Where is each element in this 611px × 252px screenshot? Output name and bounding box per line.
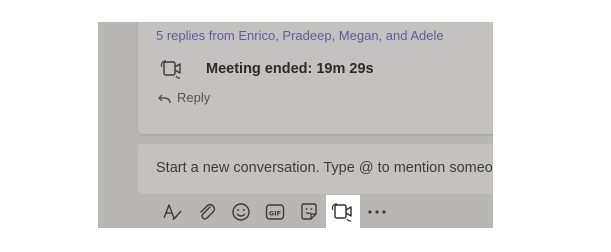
emoji-button[interactable] <box>224 195 258 228</box>
meeting-ended-row: Meeting ended: 19m 29s <box>160 58 374 80</box>
attach-button[interactable] <box>190 195 224 228</box>
teams-channel-panel: 5 replies from Enrico, Pradeep, Megan, a… <box>98 22 493 228</box>
more-options-icon <box>367 209 387 215</box>
format-button[interactable] <box>156 195 190 228</box>
gif-button[interactable]: GIF <box>258 195 292 228</box>
video-camera-icon <box>160 59 184 79</box>
attach-icon <box>197 202 217 222</box>
reply-label: Reply <box>177 90 211 105</box>
replies-summary-link[interactable]: 5 replies from Enrico, Pradeep, Megan, a… <box>156 28 444 43</box>
format-icon <box>162 202 184 222</box>
emoji-icon <box>231 202 251 222</box>
gif-icon: GIF <box>265 203 285 221</box>
meeting-ended-status: Meeting ended: 19m 29s <box>206 61 374 77</box>
reply-arrow-icon <box>156 92 172 104</box>
sticker-button[interactable] <box>292 195 326 228</box>
gif-label: GIF <box>269 209 281 217</box>
meet-now-button[interactable] <box>326 195 360 228</box>
screenshot-stage: 5 replies from Enrico, Pradeep, Megan, a… <box>0 0 611 252</box>
compose-toolbar: GIF <box>156 195 394 228</box>
new-conversation-input[interactable]: Start a new conversation. Type @ to ment… <box>138 144 493 194</box>
compose-placeholder-text: Start a new conversation. Type @ to ment… <box>156 160 493 176</box>
meet-now-icon <box>331 202 355 222</box>
reply-button[interactable]: Reply <box>156 90 210 105</box>
sticker-icon <box>299 202 319 222</box>
more-options-button[interactable] <box>360 195 394 228</box>
